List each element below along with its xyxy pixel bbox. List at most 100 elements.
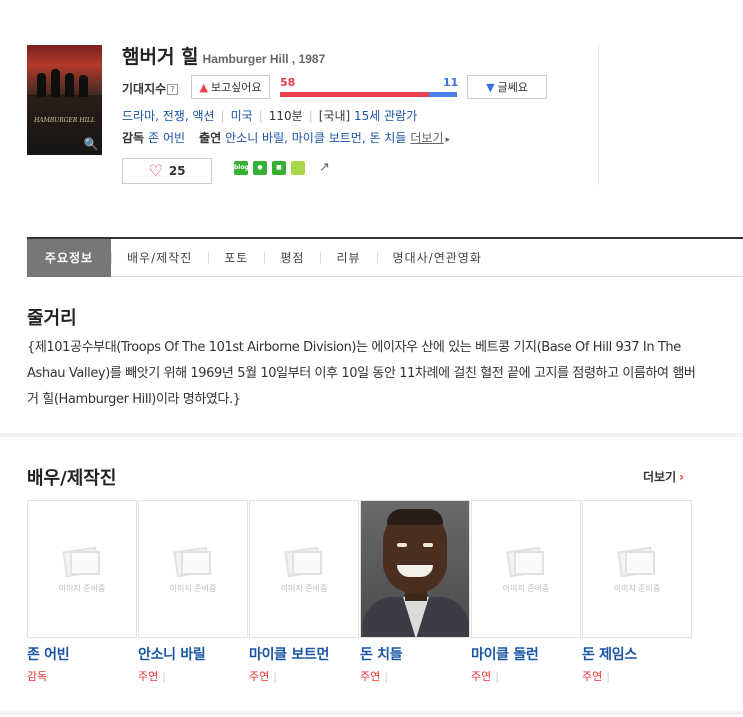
cast-role: 주연 | [138, 668, 249, 684]
heart-icon: ♡ [148, 161, 163, 180]
tab-rating[interactable]: 평점 [264, 239, 320, 277]
no-image-text: 이미지 준비중 [280, 583, 328, 593]
want-to-see-label: 보고싶어요 [210, 81, 262, 94]
cast-role: 주연 | [471, 668, 582, 684]
cast-role-text: 주연 [360, 670, 381, 683]
cast-role: 주연 | [360, 668, 471, 684]
help-icon[interactable]: ? [167, 84, 179, 95]
synopsis-text: {제101공수부대(Troops Of The 101st Airborne D… [27, 340, 696, 407]
cast-role: 감독 [27, 668, 138, 684]
no-image-text: 이미지 준비중 [613, 583, 661, 593]
poster-soldier [51, 69, 60, 97]
cast-role-text: 주연 [471, 670, 492, 683]
tab-review[interactable]: 리뷰 [320, 239, 376, 277]
cast-card[interactable]: 이미지 준비중돈 제임스주연 | [582, 500, 693, 684]
rating-link[interactable]: 15세 관람가 [354, 109, 417, 123]
blog-icon[interactable]: blog [234, 161, 249, 175]
like-button[interactable]: ♡ 25 [122, 158, 212, 184]
cast-photo-placeholder[interactable]: 이미지 준비중 [138, 500, 248, 638]
expectation-label-text: 기대지수 [122, 82, 167, 96]
cast-section-heading: 배우/제작진 [27, 468, 117, 489]
role-separator: | [384, 670, 388, 683]
tab-quotes-related[interactable]: 명대사/연관영화 [376, 239, 498, 277]
cast-links[interactable]: 안소니 바릴, 마이클 보트먼, 돈 치들 [225, 131, 406, 145]
tab-bar: 주요정보 배우/제작진 포토 평점 리뷰 명대사/연관영화 [27, 237, 743, 277]
bookmark-icon[interactable]: ■ [272, 161, 286, 175]
bad-count: 11 [443, 76, 459, 89]
no-image-icon [284, 545, 324, 577]
cast-card[interactable]: 이미지 준비중존 어빈감독 [27, 500, 138, 684]
cast-name[interactable]: 돈 치들 [360, 644, 471, 664]
cast-more-link[interactable]: 더보기 › [643, 468, 684, 485]
country-link[interactable]: 미국 [231, 109, 253, 123]
meta-separator: | [258, 109, 263, 123]
thumbs-up-icon: ▲ [199, 80, 208, 94]
no-image-icon [617, 545, 657, 577]
yozm-icon[interactable] [291, 161, 305, 175]
no-image-icon [173, 545, 213, 577]
cast-photo-placeholder[interactable]: 이미지 준비중 [27, 500, 137, 638]
me2day-icon[interactable]: ● [253, 161, 267, 175]
movie-subtitle: Hamburger Hill , 1987 [202, 52, 326, 66]
want-count: 58 [280, 76, 296, 89]
not-sure-button[interactable]: ▼ 글쎄요 [467, 75, 547, 99]
role-separator: | [273, 670, 277, 683]
not-sure-label: 글쎄요 [497, 81, 528, 94]
movie-poster[interactable]: HAMBURGER HILL 🔍 [27, 45, 102, 155]
cast-role-text: 주연 [138, 670, 159, 683]
page-title: 햄버거 힐 Hamburger Hill , 1987 [122, 42, 325, 69]
no-image-text: 이미지 준비중 [169, 583, 217, 593]
photo-hair [387, 509, 443, 525]
cast-photo-placeholder[interactable]: 이미지 준비중 [471, 500, 581, 638]
cast-card[interactable]: 이미지 준비중마이클 돌런주연 | [471, 500, 582, 684]
role-separator: | [606, 670, 610, 683]
role-separator: | [495, 670, 499, 683]
cast-photo[interactable] [360, 500, 470, 638]
cast-name[interactable]: 존 어빈 [27, 644, 138, 664]
poster-soldier [79, 75, 88, 97]
cast-name[interactable]: 안소니 바릴 [138, 644, 249, 664]
cast-role-text: 감독 [27, 670, 48, 683]
photo-smile [397, 565, 433, 577]
cast-role-text: 주연 [582, 670, 603, 683]
thumbs-down-icon: ▼ [486, 80, 495, 94]
like-count: 25 [168, 164, 186, 178]
want-to-see-button[interactable]: ▲ 보고싶어요 [191, 75, 270, 99]
runtime: 110분 [268, 109, 303, 123]
no-image-icon [62, 545, 102, 577]
cast-card[interactable]: 이미지 준비중안소니 바릴주연 | [138, 500, 249, 684]
meta-separator: | [308, 109, 313, 123]
director-label: 감독 [122, 131, 145, 145]
cast-label: 출연 [199, 131, 222, 145]
poster-soldier [65, 73, 74, 97]
synopsis-heading: 줄거리 [27, 308, 77, 329]
genres-link[interactable]: 드라마, 전쟁, 액션 [122, 109, 215, 123]
cast-card[interactable]: 돈 치들주연 | [360, 500, 471, 684]
rating-region: [국내] [318, 109, 351, 123]
expectation-bar [280, 92, 457, 97]
export-icon[interactable]: ↗ [319, 160, 335, 176]
cast-name[interactable]: 마이클 보트먼 [249, 644, 360, 664]
movie-credits: 감독 존 어빈 출연 안소니 바릴, 마이클 보트먼, 돈 치들 더보기 ▸ [122, 129, 450, 146]
cast-role-text: 주연 [249, 670, 270, 683]
cast-name[interactable]: 마이클 돌런 [471, 644, 582, 664]
tab-main-info[interactable]: 주요정보 [27, 238, 111, 277]
cast-photo-placeholder[interactable]: 이미지 준비중 [249, 500, 359, 638]
no-image-text: 이미지 준비중 [58, 583, 106, 593]
cast-more-label: 더보기 [643, 470, 677, 484]
zoom-icon[interactable]: 🔍 [83, 136, 99, 152]
photo-eye [397, 543, 407, 547]
tab-photo[interactable]: 포토 [208, 239, 264, 277]
cast-role: 주연 | [582, 668, 693, 684]
cast-list: 이미지 준비중 존 어빈 감독 이미지 준비중 안소니 바릴 주연 | 이미지 준비중 마이클 … [27, 500, 693, 684]
tab-cast-crew[interactable]: 배우/제작진 [111, 239, 208, 277]
role-separator: | [162, 670, 166, 683]
credits-more-link[interactable]: 더보기 [410, 131, 443, 145]
cast-photo-placeholder[interactable]: 이미지 준비중 [582, 500, 692, 638]
cast-card[interactable]: 이미지 준비중마이클 보트먼주연 | [249, 500, 360, 684]
cast-name[interactable]: 돈 제임스 [582, 644, 693, 664]
no-image-icon [506, 545, 546, 577]
share-bar: blog ● ■ ↗ [234, 160, 335, 176]
director-link[interactable]: 존 어빈 [148, 131, 185, 145]
header-divider [598, 45, 599, 185]
